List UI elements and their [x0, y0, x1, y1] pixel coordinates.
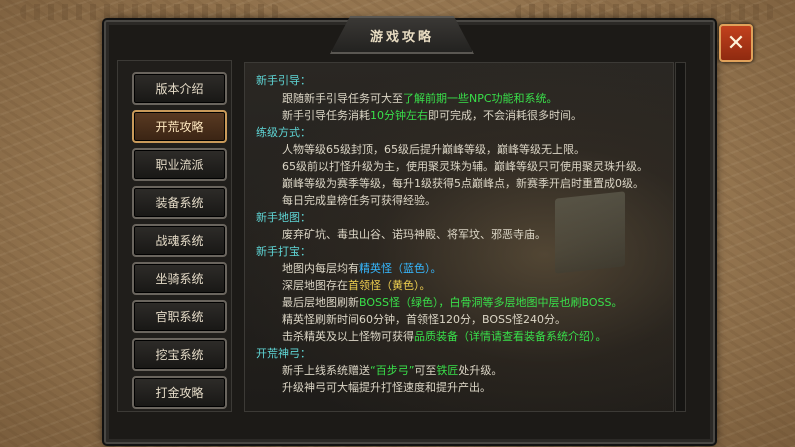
heading-pioneer-bow: 开荒神弓： — [256, 347, 311, 360]
left-ornament — [20, 4, 280, 20]
nav-gold-farming-guide[interactable]: 打金攻略 — [132, 376, 227, 409]
nav-equipment-system[interactable]: 装备系统 — [132, 186, 227, 219]
heading-newbie-loot: 新手打宝： — [256, 245, 311, 258]
text-line: 地图内每层均有精英怪（蓝色）。 — [282, 262, 442, 275]
text-line: 巅峰等级为赛季等级，每升1级获得5点巅峰点，新赛季开启时重置成0级。 — [282, 177, 644, 190]
right-ornament — [515, 4, 775, 20]
heading-leveling: 练级方式： — [256, 126, 311, 139]
text-line: 最后层地图刷新BOSS怪（绿色），白骨洞等多层地图中层也刷BOSS。 — [282, 296, 623, 309]
scene-stone-box — [555, 191, 625, 274]
text-line: 跟随新手引导任务可大至了解前期一些NPC功能和系统。 — [282, 92, 558, 105]
text-line: 新手上线系统赠送“百步弓”可至铁匠处升级。 — [282, 364, 503, 377]
nav-version-intro[interactable]: 版本介绍 — [132, 72, 227, 105]
close-button[interactable]: ✕ — [719, 24, 753, 62]
heading-newbie-maps: 新手地图： — [256, 211, 311, 224]
nav-official-rank-system[interactable]: 官职系统 — [132, 300, 227, 333]
nav-class-builds[interactable]: 职业流派 — [132, 148, 227, 181]
nav-treasure-dig-system[interactable]: 挖宝系统 — [132, 338, 227, 371]
text-line: 65级前以打怪升级为主，使用聚灵珠为辅。巅峰等级只可使用聚灵珠升级。 — [282, 160, 648, 173]
nav-pioneer-guide[interactable]: 开荒攻略 — [132, 110, 227, 143]
close-icon: ✕ — [726, 30, 746, 56]
text-line: 废弃矿坑、毒虫山谷、诺玛神殿、将军坟、邪恶寺庙。 — [282, 228, 546, 241]
window-title: 游戏攻略 — [330, 16, 474, 54]
heading-newbie-guide: 新手引导： — [256, 74, 311, 87]
text-line: 新手引导任务消耗10分钟左右即可完成，不会消耗很多时间。 — [282, 109, 582, 122]
text-line: 击杀精英及以上怪物可获得品质装备（详情请查看装备系统介绍）。 — [282, 330, 607, 343]
text-line: 升级神弓可大幅提升打怪速度和提升产出。 — [282, 381, 491, 394]
text-line: 深层地图存在首领怪（黄色）。 — [282, 279, 431, 292]
text-line: 每日完成皇榜任务可获得经验。 — [282, 194, 436, 207]
text-line: 人物等级65级封顶，65级后提升巅峰等级，巅峰等级无上限。 — [282, 143, 585, 156]
nav-mount-system[interactable]: 坐骑系统 — [132, 262, 227, 295]
content-scrollbar[interactable] — [675, 62, 686, 412]
text-line: 精英怪刷新时间60分钟，首领怪120分，BOSS怪240分。 — [282, 313, 566, 326]
nav-war-soul-system[interactable]: 战魂系统 — [132, 224, 227, 257]
